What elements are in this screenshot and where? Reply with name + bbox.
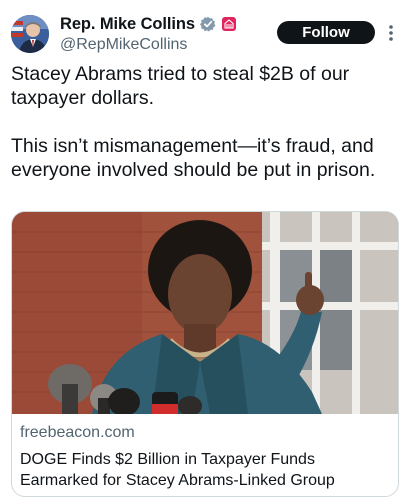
follow-button[interactable]: Follow: [277, 21, 375, 44]
author-avatar[interactable]: [11, 15, 49, 53]
author-name-row: Rep. Mike Collins: [60, 14, 237, 34]
tweet-text-paragraph-2: This isn’t mismanagement—it’s fraud, and…: [11, 135, 376, 181]
tweet[interactable]: Rep. Mike Collins @RepMikeCollins Follow: [0, 0, 409, 500]
us-government-badge-icon[interactable]: [221, 16, 237, 32]
tweet-text: Stacey Abrams tried to steal $2B of our …: [11, 62, 403, 182]
link-preview-card[interactable]: freebeacon.com DOGE Finds $2 Billion in …: [11, 211, 399, 497]
tweet-text-paragraph-1: Stacey Abrams tried to steal $2B of our …: [11, 63, 350, 109]
link-preview-image[interactable]: [12, 212, 398, 414]
author-handle[interactable]: @RepMikeCollins: [60, 36, 187, 54]
verified-badge-icon[interactable]: [199, 16, 216, 32]
author-display-name[interactable]: Rep. Mike Collins: [60, 15, 195, 34]
link-preview-title[interactable]: DOGE Finds $2 Billion in Taxpayer Funds …: [20, 449, 390, 491]
link-preview-domain[interactable]: freebeacon.com: [20, 424, 135, 442]
more-options-icon[interactable]: [385, 22, 397, 44]
